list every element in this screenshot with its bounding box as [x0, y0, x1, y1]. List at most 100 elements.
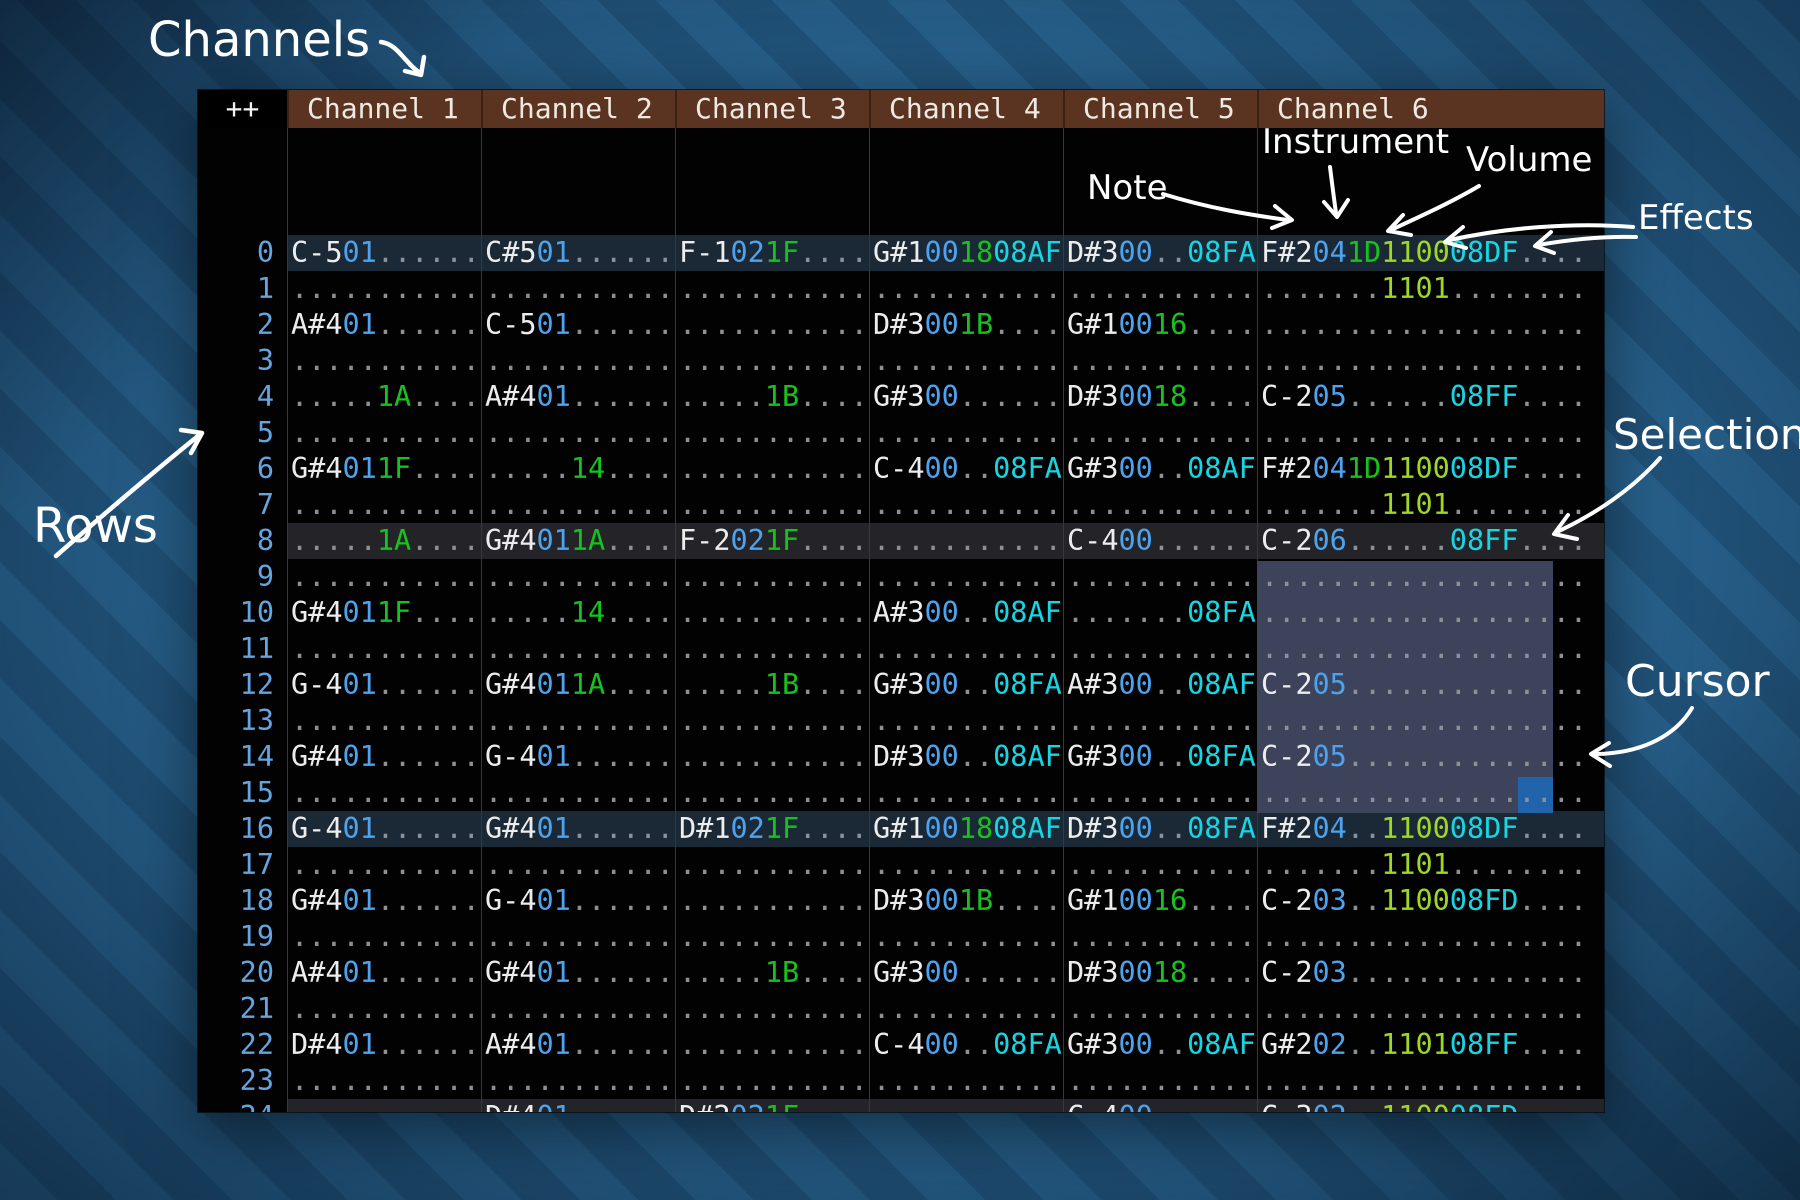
pattern-cell-r16-ch6[interactable]: F#204..110008DF.... — [1257, 811, 1604, 847]
pattern-cell-r1-ch5[interactable]: ........... — [1063, 271, 1257, 307]
pattern-cell-r18-ch3[interactable]: ........... — [675, 883, 869, 919]
pattern-cell-r17-ch1[interactable]: ........... — [287, 847, 481, 883]
pattern-cell-r13-ch1[interactable]: ........... — [287, 703, 481, 739]
pattern-cell-r15-ch5[interactable]: ........... — [1063, 775, 1257, 811]
pattern-cell-r19-ch3[interactable]: ........... — [675, 919, 869, 955]
pattern-cell-r14-ch6[interactable]: C-205.............. — [1257, 739, 1604, 775]
pattern-cell-r14-ch2[interactable]: G-401...... — [481, 739, 675, 775]
pattern-cell-r9-ch6[interactable]: ................... — [1257, 559, 1604, 595]
pattern-cell-r6-ch2[interactable]: .....14.... — [481, 451, 675, 487]
pattern-cell-r12-ch2[interactable]: G#4011A.... — [481, 667, 675, 703]
pattern-cell-r19-ch5[interactable]: ........... — [1063, 919, 1257, 955]
pattern-cell-r7-ch4[interactable]: ........... — [869, 487, 1063, 523]
pattern-cell-r11-ch5[interactable]: ........... — [1063, 631, 1257, 667]
pattern-cell-r12-ch6[interactable]: C-205.............. — [1257, 667, 1604, 703]
pattern-cell-r0-ch6[interactable]: F#2041D110008DF.... — [1257, 235, 1604, 271]
pattern-cell-r2-ch5[interactable]: G#10016.... — [1063, 307, 1257, 343]
pattern-cell-r1-ch1[interactable]: ........... — [287, 271, 481, 307]
pattern-cell-r0-ch1[interactable]: C-501...... — [287, 235, 481, 271]
pattern-cell-r24-ch2[interactable]: D#401...... — [481, 1099, 675, 1112]
pattern-cell-r21-ch4[interactable]: ........... — [869, 991, 1063, 1027]
pattern-cell-r8-ch2[interactable]: G#4011A.... — [481, 523, 675, 559]
pattern-cell-r8-ch4[interactable]: ........... — [869, 523, 1063, 559]
pattern-cell-r21-ch2[interactable]: ........... — [481, 991, 675, 1027]
pattern-cell-r23-ch3[interactable]: ........... — [675, 1063, 869, 1099]
order-corner-cell[interactable]: ++ — [198, 90, 287, 128]
pattern-cell-r9-ch3[interactable]: ........... — [675, 559, 869, 595]
pattern-cell-r7-ch1[interactable]: ........... — [287, 487, 481, 523]
pattern-cell-r0-ch3[interactable]: F-1021F.... — [675, 235, 869, 271]
pattern-cell-r15-ch3[interactable]: ........... — [675, 775, 869, 811]
pattern-cell-r6-ch1[interactable]: G#4011F.... — [287, 451, 481, 487]
pattern-view[interactable]: 0C-501......C#501......F-1021F....G#1001… — [198, 128, 1604, 1112]
pattern-cell-r5-ch4[interactable]: ........... — [869, 415, 1063, 451]
pattern-cell-r11-ch1[interactable]: ........... — [287, 631, 481, 667]
pattern-cell-r9-ch1[interactable]: ........... — [287, 559, 481, 595]
pattern-cell-r18-ch4[interactable]: D#3001B.... — [869, 883, 1063, 919]
pattern-cell-r7-ch5[interactable]: ........... — [1063, 487, 1257, 523]
pattern-cell-r18-ch1[interactable]: G#401...... — [287, 883, 481, 919]
pattern-cell-r9-ch2[interactable]: ........... — [481, 559, 675, 595]
pattern-cell-r15-ch1[interactable]: ........... — [287, 775, 481, 811]
pattern-cell-r12-ch4[interactable]: G#300..08FA — [869, 667, 1063, 703]
pattern-cell-r10-ch4[interactable]: A#300..08AF — [869, 595, 1063, 631]
pattern-cell-r23-ch2[interactable]: ........... — [481, 1063, 675, 1099]
pattern-cell-r17-ch3[interactable]: ........... — [675, 847, 869, 883]
pattern-cell-r4-ch4[interactable]: G#300...... — [869, 379, 1063, 415]
pattern-cell-r7-ch3[interactable]: ........... — [675, 487, 869, 523]
pattern-cell-r23-ch1[interactable]: ........... — [287, 1063, 481, 1099]
pattern-cell-r8-ch6[interactable]: C-206......08FF.... — [1257, 523, 1604, 559]
pattern-cell-r22-ch6[interactable]: G#202..110108FF.... — [1257, 1027, 1604, 1063]
channel-header-4[interactable]: Channel 4 — [869, 90, 1063, 128]
pattern-cell-r3-ch2[interactable]: ........... — [481, 343, 675, 379]
pattern-cell-r18-ch2[interactable]: G-401...... — [481, 883, 675, 919]
pattern-cell-r19-ch1[interactable]: ........... — [287, 919, 481, 955]
pattern-cell-r13-ch5[interactable]: ........... — [1063, 703, 1257, 739]
pattern-cell-r5-ch6[interactable]: ................... — [1257, 415, 1604, 451]
pattern-cell-r4-ch1[interactable]: .....1A.... — [287, 379, 481, 415]
pattern-cell-r2-ch2[interactable]: C-501...... — [481, 307, 675, 343]
pattern-cell-r3-ch3[interactable]: ........... — [675, 343, 869, 379]
pattern-cell-r0-ch4[interactable]: G#1001808AF — [869, 235, 1063, 271]
pattern-cell-r3-ch4[interactable]: ........... — [869, 343, 1063, 379]
pattern-cell-r16-ch4[interactable]: G#1001808AF — [869, 811, 1063, 847]
pattern-cell-r6-ch4[interactable]: C-400..08FA — [869, 451, 1063, 487]
pattern-cell-r15-ch6[interactable]: ................... — [1257, 775, 1604, 811]
pattern-cell-r20-ch4[interactable]: G#300...... — [869, 955, 1063, 991]
pattern-cell-r22-ch3[interactable]: ........... — [675, 1027, 869, 1063]
pattern-cell-r22-ch2[interactable]: A#401...... — [481, 1027, 675, 1063]
pattern-cell-r10-ch3[interactable]: ........... — [675, 595, 869, 631]
pattern-cell-r1-ch6[interactable]: .......1101........ — [1257, 271, 1604, 307]
pattern-cell-r14-ch5[interactable]: G#300..08FA — [1063, 739, 1257, 775]
pattern-cell-r14-ch3[interactable]: ........... — [675, 739, 869, 775]
pattern-cell-r23-ch4[interactable]: ........... — [869, 1063, 1063, 1099]
pattern-cell-r11-ch6[interactable]: ................... — [1257, 631, 1604, 667]
pattern-cell-r12-ch5[interactable]: A#300..08AF — [1063, 667, 1257, 703]
pattern-cell-r14-ch1[interactable]: G#401...... — [287, 739, 481, 775]
pattern-cell-r6-ch5[interactable]: G#300..08AF — [1063, 451, 1257, 487]
pattern-cell-r4-ch6[interactable]: C-205......08FF.... — [1257, 379, 1604, 415]
pattern-cell-r13-ch4[interactable]: ........... — [869, 703, 1063, 739]
pattern-cell-r20-ch5[interactable]: D#30018.... — [1063, 955, 1257, 991]
pattern-cell-r5-ch1[interactable]: ........... — [287, 415, 481, 451]
pattern-cell-r8-ch1[interactable]: .....1A.... — [287, 523, 481, 559]
pattern-cell-r5-ch5[interactable]: ........... — [1063, 415, 1257, 451]
pattern-cell-r23-ch5[interactable]: ........... — [1063, 1063, 1257, 1099]
pattern-cell-r5-ch3[interactable]: ........... — [675, 415, 869, 451]
pattern-cell-r4-ch3[interactable]: .....1B.... — [675, 379, 869, 415]
pattern-cell-r10-ch2[interactable]: .....14.... — [481, 595, 675, 631]
pattern-cell-r22-ch1[interactable]: D#401...... — [287, 1027, 481, 1063]
channel-header-3[interactable]: Channel 3 — [675, 90, 869, 128]
pattern-cell-r4-ch5[interactable]: D#30018.... — [1063, 379, 1257, 415]
pattern-cell-r17-ch4[interactable]: ........... — [869, 847, 1063, 883]
pattern-cell-r13-ch2[interactable]: ........... — [481, 703, 675, 739]
pattern-cell-r13-ch3[interactable]: ........... — [675, 703, 869, 739]
pattern-cell-r19-ch2[interactable]: ........... — [481, 919, 675, 955]
pattern-cell-r22-ch5[interactable]: G#300..08AF — [1063, 1027, 1257, 1063]
pattern-cell-r20-ch1[interactable]: A#401...... — [287, 955, 481, 991]
pattern-cell-r13-ch6[interactable]: ................... — [1257, 703, 1604, 739]
pattern-cell-r10-ch5[interactable]: .......08FA — [1063, 595, 1257, 631]
pattern-cell-r19-ch4[interactable]: ........... — [869, 919, 1063, 955]
pattern-cell-r15-ch2[interactable]: ........... — [481, 775, 675, 811]
pattern-cell-r3-ch1[interactable]: ........... — [287, 343, 481, 379]
